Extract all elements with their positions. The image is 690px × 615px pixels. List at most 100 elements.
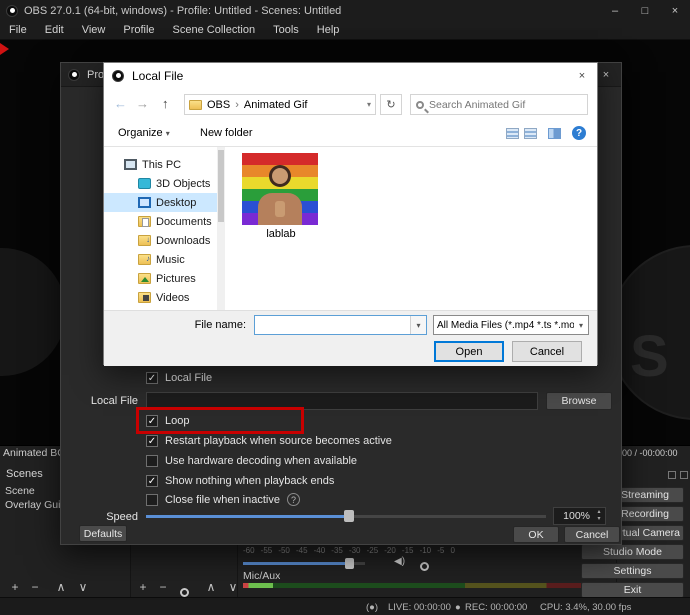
3d-objects-icon (138, 178, 151, 189)
list-view-icon[interactable] (506, 128, 519, 139)
browse-button[interactable]: Browse (546, 392, 612, 410)
menu-scene-collection[interactable]: Scene Collection (164, 24, 265, 36)
file-type-filter[interactable]: All Media Files (*.mp4 *.ts *.mo ▾ (433, 315, 589, 335)
preview-pane-icon[interactable] (548, 128, 561, 139)
file-name-combobox[interactable]: ▾ (254, 315, 427, 335)
remove-scene-button[interactable]: − (26, 580, 44, 594)
rec-time: REC: 00:00:00 (465, 602, 527, 613)
breadcrumb-separator-icon: › (235, 99, 239, 111)
add-source-button[interactable]: + (134, 580, 152, 594)
cancel-button[interactable]: Cancel (564, 526, 620, 543)
dock-popout-icon[interactable] (668, 471, 676, 479)
close-file-inactive-checkbox[interactable]: Close file when inactive ? (146, 493, 300, 506)
local-file-checkbox[interactable]: ✓ Local File (146, 372, 212, 384)
volume-meter (243, 583, 613, 588)
checkbox-mark (146, 455, 158, 467)
menu-help[interactable]: Help (308, 24, 349, 36)
tree-item-videos[interactable]: Videos (104, 288, 222, 307)
spin-down-icon[interactable]: ▾ (597, 516, 600, 523)
organize-button[interactable]: Organize ▾ (118, 127, 170, 139)
file-browser-body: This PC 3D Objects Desktop Documents Dow… (104, 147, 597, 310)
search-input[interactable] (429, 99, 582, 111)
speaker-icon[interactable]: ◀) (394, 556, 405, 567)
menu-file[interactable]: File (0, 24, 36, 36)
file-item-lablab[interactable]: lablab (242, 153, 320, 240)
tree-item-desktop-selected[interactable]: Desktop (104, 193, 222, 212)
tree-scrollbar[interactable] (217, 147, 225, 310)
scene-down-button[interactable]: ∨ (74, 580, 92, 594)
open-button[interactable]: Open (434, 341, 504, 362)
mixer-gear-icon[interactable] (420, 558, 429, 576)
tree-item-this-pc[interactable]: This PC (104, 155, 222, 174)
defaults-button[interactable]: Defaults (79, 525, 127, 542)
checkbox-mark: ✓ (146, 435, 158, 447)
help-icon: ? (287, 493, 300, 506)
menu-view[interactable]: View (73, 24, 115, 36)
menu-edit[interactable]: Edit (36, 24, 73, 36)
help-icon[interactable]: ? (572, 126, 586, 140)
music-icon (138, 254, 151, 265)
source-down-button[interactable]: ∨ (224, 580, 242, 594)
exit-button[interactable]: Exit (581, 582, 684, 598)
maximize-button[interactable]: □ (630, 0, 660, 21)
settings-button[interactable]: Settings (581, 563, 684, 579)
filter-dropdown-icon[interactable]: ▾ (574, 321, 588, 330)
up-icon[interactable]: ↑ (162, 96, 169, 111)
file-name-row: File name: ▾ All Media Files (*.mp4 *.ts… (104, 310, 597, 337)
details-view-icon[interactable] (524, 128, 537, 139)
file-thumbnail-image (242, 153, 318, 225)
forward-icon[interactable]: → (136, 96, 149, 111)
documents-icon (138, 216, 151, 227)
rec-indicator-icon: ● (455, 602, 461, 613)
live-time: LIVE: 00:00:00 (388, 602, 451, 613)
menubar: File Edit View Profile Scene Collection … (0, 21, 690, 40)
tree-item-music[interactable]: Music (104, 250, 222, 269)
refresh-button[interactable]: ↻ (380, 94, 402, 115)
remove-source-button[interactable]: − (154, 580, 172, 594)
close-button[interactable]: × (660, 0, 690, 21)
studio-mode-button[interactable]: Studio Mode (581, 544, 684, 560)
status-bar: (●) LIVE: 00:00:00 ● REC: 00:00:00 CPU: … (0, 597, 690, 615)
downloads-icon (138, 235, 151, 246)
tree-item-3d-objects[interactable]: 3D Objects (104, 174, 222, 193)
annotation-highlight-loop (136, 407, 304, 434)
file-name-input[interactable] (255, 316, 410, 334)
media-time: 00 / -00:00:00 (622, 448, 678, 458)
add-scene-button[interactable]: + (6, 580, 24, 594)
ok-button[interactable]: OK (513, 526, 559, 543)
combobox-dropdown-icon[interactable]: ▾ (410, 316, 426, 334)
source-up-button[interactable]: ∧ (202, 580, 220, 594)
speed-spinbox[interactable]: 100% ▴ ▾ (553, 507, 606, 525)
file-dialog-close-button[interactable]: × (567, 66, 597, 87)
scene-up-button[interactable]: ∧ (52, 580, 70, 594)
breadcrumb-root[interactable]: OBS (207, 99, 230, 111)
local-file-field-label: Local File (61, 395, 138, 407)
tree-scrollbar-thumb[interactable] (218, 150, 224, 222)
menu-profile[interactable]: Profile (114, 24, 163, 36)
volume-slider-handle[interactable] (345, 558, 354, 569)
menu-tools[interactable]: Tools (264, 24, 308, 36)
back-icon[interactable]: ← (114, 96, 127, 111)
file-cancel-button[interactable]: Cancel (512, 341, 582, 362)
command-bar: Organize ▾ New folder ? (104, 120, 597, 147)
new-folder-button[interactable]: New folder (200, 127, 253, 139)
breadcrumb[interactable]: OBS › Animated Gif ▾ (184, 94, 376, 115)
dock-close-icon[interactable] (680, 471, 688, 479)
breadcrumb-current[interactable]: Animated Gif (244, 99, 308, 111)
tree-item-documents[interactable]: Documents (104, 212, 222, 231)
spin-up-icon[interactable]: ▴ (597, 509, 600, 516)
minimize-button[interactable]: – (600, 0, 630, 21)
search-box[interactable] (410, 94, 588, 115)
checkbox-mark: ✓ (146, 475, 158, 487)
show-nothing-checkbox[interactable]: ✓ Show nothing when playback ends (146, 475, 334, 487)
navigation-bar: ← → ↑ OBS › Animated Gif ▾ ↻ (104, 89, 597, 120)
breadcrumb-dropdown-icon[interactable]: ▾ (367, 100, 371, 109)
file-dialog-title: Local File (132, 69, 183, 83)
tree-item-downloads[interactable]: Downloads (104, 231, 222, 250)
restart-playback-checkbox[interactable]: ✓ Restart playback when source becomes a… (146, 435, 392, 447)
volume-slider-fill (243, 562, 348, 565)
speed-slider-handle[interactable] (344, 510, 354, 522)
hardware-decoding-checkbox[interactable]: Use hardware decoding when available (146, 455, 357, 467)
speed-label: Speed (61, 511, 138, 523)
tree-item-pictures[interactable]: Pictures (104, 269, 222, 288)
